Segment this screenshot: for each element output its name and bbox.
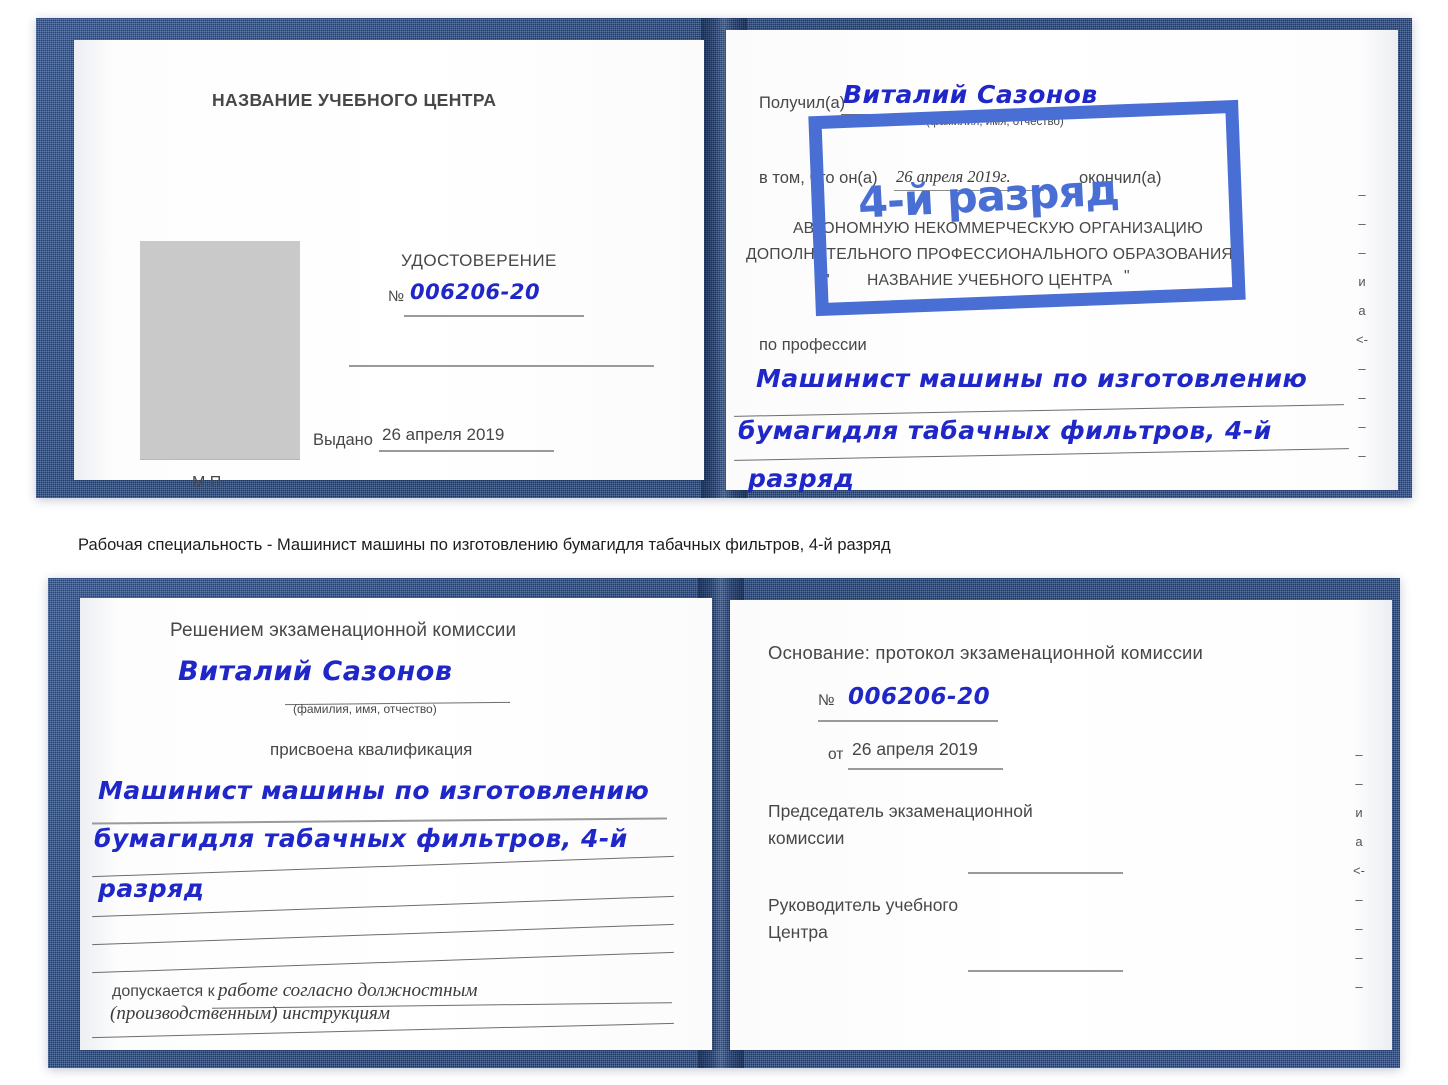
received-label: Получил(а) bbox=[759, 94, 846, 112]
qualification-rule-4 bbox=[92, 923, 674, 946]
page-edge-mark: а bbox=[1355, 834, 1363, 849]
protocol-number-symbol: № bbox=[818, 692, 835, 709]
certificate-number-value: 006206-20 bbox=[410, 280, 541, 304]
page-edge-mark: – bbox=[1355, 892, 1363, 907]
qualification-rule-5 bbox=[92, 951, 674, 974]
organization-line-2: ДОПОЛНИТЕЛЬНОГО ПРОФЕССИОНАЛЬНОГО ОБРАЗО… bbox=[746, 246, 1233, 263]
page-edge-mark: – bbox=[1358, 361, 1366, 376]
page-edge-marks-top: – – – и а <- – – – – bbox=[1351, 180, 1373, 470]
organization-quote-open: " bbox=[824, 272, 830, 289]
head-line-2: Центра bbox=[768, 922, 828, 942]
profession-line-1: Машинист машины по изготовлению bbox=[756, 364, 1308, 393]
page-edge-mark: – bbox=[1355, 776, 1363, 791]
admitted-value-line-2: (производственным) инструкциям bbox=[110, 1003, 390, 1024]
page-edge-mark: – bbox=[1355, 979, 1363, 994]
organization-line-3: НАЗВАНИЕ УЧЕБНОГО ЦЕНТРА bbox=[867, 272, 1113, 289]
profession-line-2: бумагидля табачных фильтров, 4-й bbox=[738, 416, 1272, 445]
organization-quote-close: " bbox=[1124, 268, 1130, 285]
bottom-certificate-left-page: Решением экзаменационной комиссии Витали… bbox=[80, 598, 712, 1050]
protocol-number-value: 006206-20 bbox=[848, 684, 991, 710]
bottom-certificate-right-page: Основание: протокол экзаменационной коми… bbox=[730, 600, 1392, 1050]
certificate-title: УДОСТОВЕРЕНИЕ bbox=[401, 251, 557, 270]
seal-label: М.П. bbox=[192, 474, 226, 491]
student-fio-hint: (фамилия, имя, отчество) bbox=[293, 702, 437, 716]
page-edge-mark: – bbox=[1358, 419, 1366, 434]
qualification-line-3: разряд bbox=[98, 874, 205, 903]
organization-line-1: АВТОНОМНУЮ НЕКОММЕРЧЕСКУЮ ОРГАНИЗАЦИЮ bbox=[793, 220, 1204, 237]
issued-value: 26 апреля 2019 bbox=[382, 425, 505, 444]
page-edge-mark: – bbox=[1358, 245, 1366, 260]
issued-rule bbox=[379, 450, 554, 452]
page-edge-mark: <- bbox=[1353, 863, 1365, 878]
admitted-value-line-1: работе согласно должностным bbox=[218, 980, 478, 1001]
admitted-rule-2 bbox=[92, 1022, 674, 1039]
page-edge-mark: – bbox=[1358, 187, 1366, 202]
profession-label: по профессии bbox=[759, 336, 867, 354]
issued-label: Выдано bbox=[313, 431, 373, 449]
page-edge-mark: <- bbox=[1356, 332, 1368, 347]
page-edge-mark: и bbox=[1358, 274, 1366, 289]
chairman-line-2: комиссии bbox=[768, 828, 845, 848]
image-caption: Рабочая специальность - Машинист машины … bbox=[78, 536, 891, 554]
top-certificate-cover: НАЗВАНИЕ УЧЕБНОГО ЦЕНТРА УДОСТОВЕРЕНИЕ №… bbox=[36, 18, 1412, 498]
head-line-1: Руководитель учебного bbox=[768, 895, 959, 915]
received-dash bbox=[1151, 104, 1165, 105]
commission-decision-header: Решением экзаменационной комиссии bbox=[170, 620, 517, 641]
photo-placeholder bbox=[140, 241, 300, 460]
page-edge-mark: – bbox=[1355, 950, 1363, 965]
student-name-value: Виталий Сазонов bbox=[178, 656, 453, 687]
page-edge-mark: – bbox=[1355, 747, 1363, 762]
qualification-label: присвоена квалификация bbox=[270, 740, 473, 759]
page-edge-mark: и bbox=[1355, 805, 1363, 820]
profession-line-3: разряд bbox=[748, 464, 855, 493]
profession-rule-2 bbox=[734, 448, 1349, 461]
admitted-label: допускается к bbox=[112, 983, 215, 1000]
qualification-line-2: бумагидля табачных фильтров, 4-й bbox=[94, 824, 628, 853]
head-signature-rule bbox=[968, 970, 1123, 972]
received-value: Виталий Сазонов bbox=[843, 80, 1098, 109]
page-edge-mark: – bbox=[1358, 216, 1366, 231]
profession-rule-1 bbox=[734, 404, 1344, 417]
protocol-number-rule bbox=[818, 720, 998, 722]
bottom-certificate-cover: Решением экзаменационной комиссии Витали… bbox=[48, 578, 1400, 1068]
qualification-line-1: Машинист машины по изготовлению bbox=[98, 776, 650, 805]
chairman-line-1: Председатель экзаменационной bbox=[768, 801, 1033, 821]
page-edge-mark: а bbox=[1358, 303, 1366, 318]
top-certificate-left-page: НАЗВАНИЕ УЧЕБНОГО ЦЕНТРА УДОСТОВЕРЕНИЕ №… bbox=[74, 40, 704, 491]
page-edge-mark: – bbox=[1355, 921, 1363, 936]
protocol-date-value: 26 апреля 2019 bbox=[852, 739, 978, 759]
protocol-date-rule bbox=[848, 768, 1003, 770]
page-edge-mark: – bbox=[1358, 390, 1366, 405]
certificate-number-rule bbox=[404, 315, 584, 317]
received-fio-hint: (фамилия, имя, отчество) bbox=[926, 116, 1064, 128]
received-rule bbox=[841, 114, 1086, 115]
certificate-number-symbol: № bbox=[388, 288, 405, 305]
protocol-date-label: от bbox=[828, 746, 844, 763]
basis-label: Основание: протокол экзаменационной коми… bbox=[768, 642, 1204, 663]
blank-rule-1 bbox=[349, 365, 654, 367]
chairman-signature-rule bbox=[968, 872, 1123, 874]
page-edge-marks-bottom: – – и а <- – – – – bbox=[1348, 740, 1370, 1001]
page-edge-mark: – bbox=[1358, 448, 1366, 463]
training-center-header: НАЗВАНИЕ УЧЕБНОГО ЦЕНТРА bbox=[212, 90, 497, 110]
top-certificate-right-page: Получил(а) Виталий Сазонов (фамилия, имя… bbox=[726, 30, 1398, 493]
